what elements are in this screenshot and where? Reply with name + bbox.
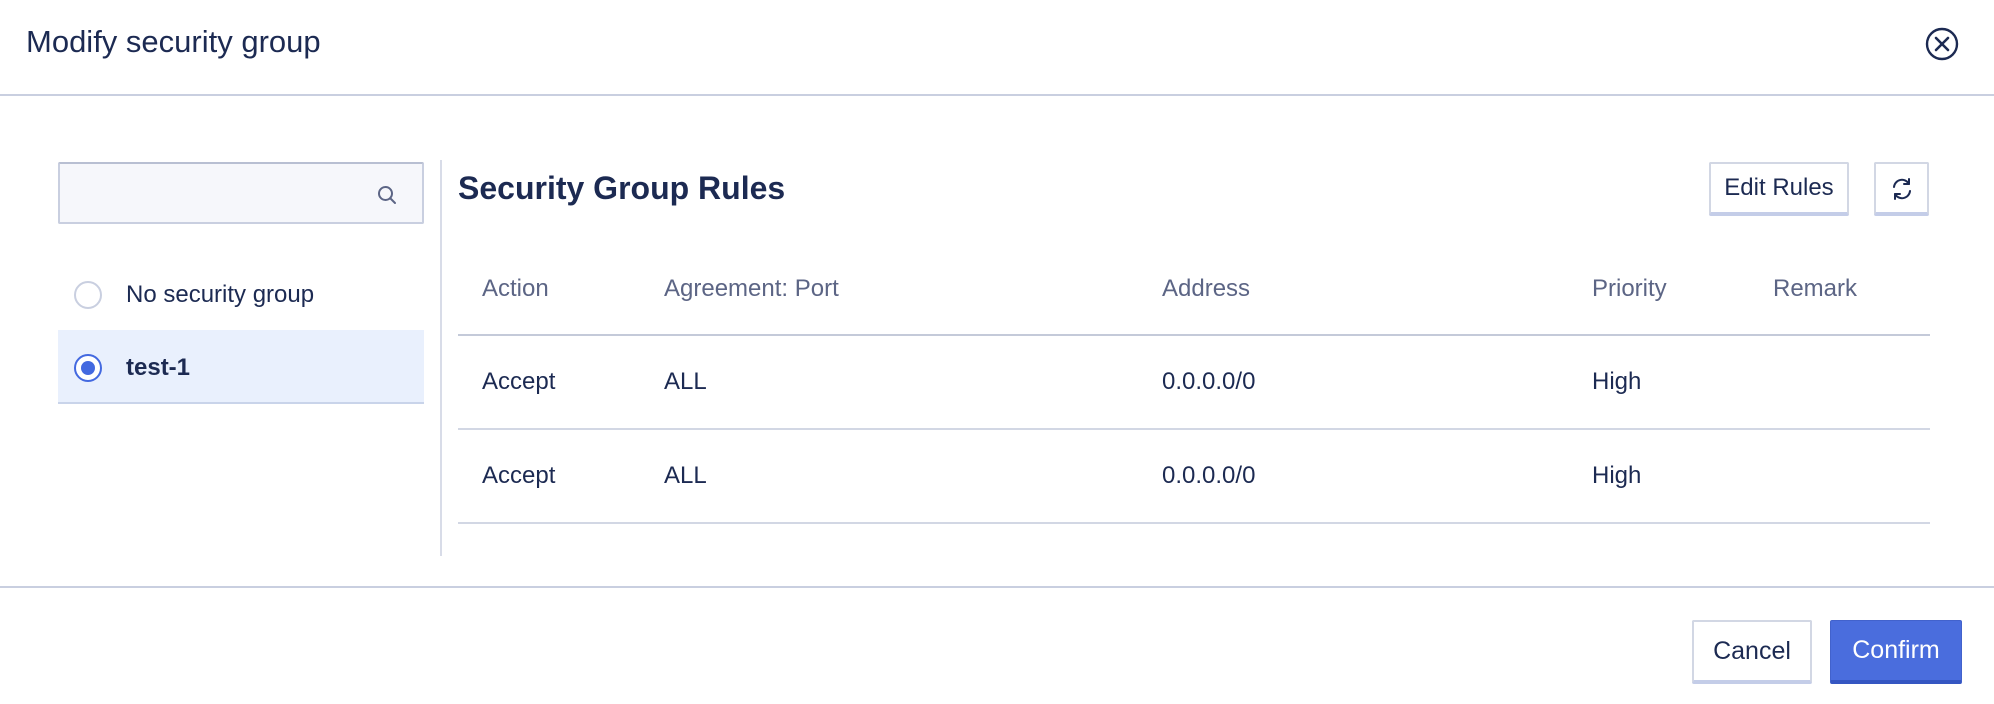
cell-priority: High [1592,462,1642,489]
table-row: Accept ALL 0.0.0.0/0 High [458,430,1930,524]
radio-button[interactable] [74,281,102,309]
cell-action: Accept [482,368,556,395]
cell-priority: High [1592,368,1642,395]
table-header-row: Action Agreement: Port Address Priority … [458,244,1930,336]
modify-security-group-dialog: Modify security group No security group … [0,0,1994,704]
cell-action: Accept [482,462,556,489]
refresh-icon [1893,178,1911,200]
edit-rules-button[interactable]: Edit Rules [1709,162,1849,216]
dialog-title: Modify security group [26,24,321,59]
rules-section-title: Security Group Rules [458,170,786,206]
table-row: Accept ALL 0.0.0.0/0 High [458,336,1930,430]
cell-address: 0.0.0.0/0 [1162,462,1256,489]
security-group-option-test-1[interactable]: test-1 [58,330,424,404]
radio-button-selected[interactable] [74,354,102,382]
close-icon[interactable] [1924,26,1960,62]
cancel-button[interactable]: Cancel [1692,620,1812,684]
footer-divider [0,586,1994,588]
dialog-header: Modify security group [0,0,1994,96]
search-input[interactable] [60,164,360,222]
rules-table: Action Agreement: Port Address Priority … [458,244,1930,524]
refresh-button[interactable] [1874,162,1929,216]
column-header-remark: Remark [1773,275,1858,302]
cell-port: ALL [664,368,707,395]
column-header-priority: Priority [1592,275,1667,302]
column-header-address: Address [1162,275,1251,302]
cell-address: 0.0.0.0/0 [1162,368,1256,395]
security-group-label: test-1 [126,354,191,381]
confirm-button[interactable]: Confirm [1830,620,1962,684]
column-header-port: Agreement: Port [664,275,839,302]
cell-port: ALL [664,462,707,489]
panel-divider [440,160,442,556]
security-group-label: No security group [126,281,315,308]
security-group-search [58,162,424,224]
search-icon[interactable] [376,184,398,206]
security-group-option-none[interactable]: No security group [58,257,424,331]
column-header-action: Action [482,275,549,302]
